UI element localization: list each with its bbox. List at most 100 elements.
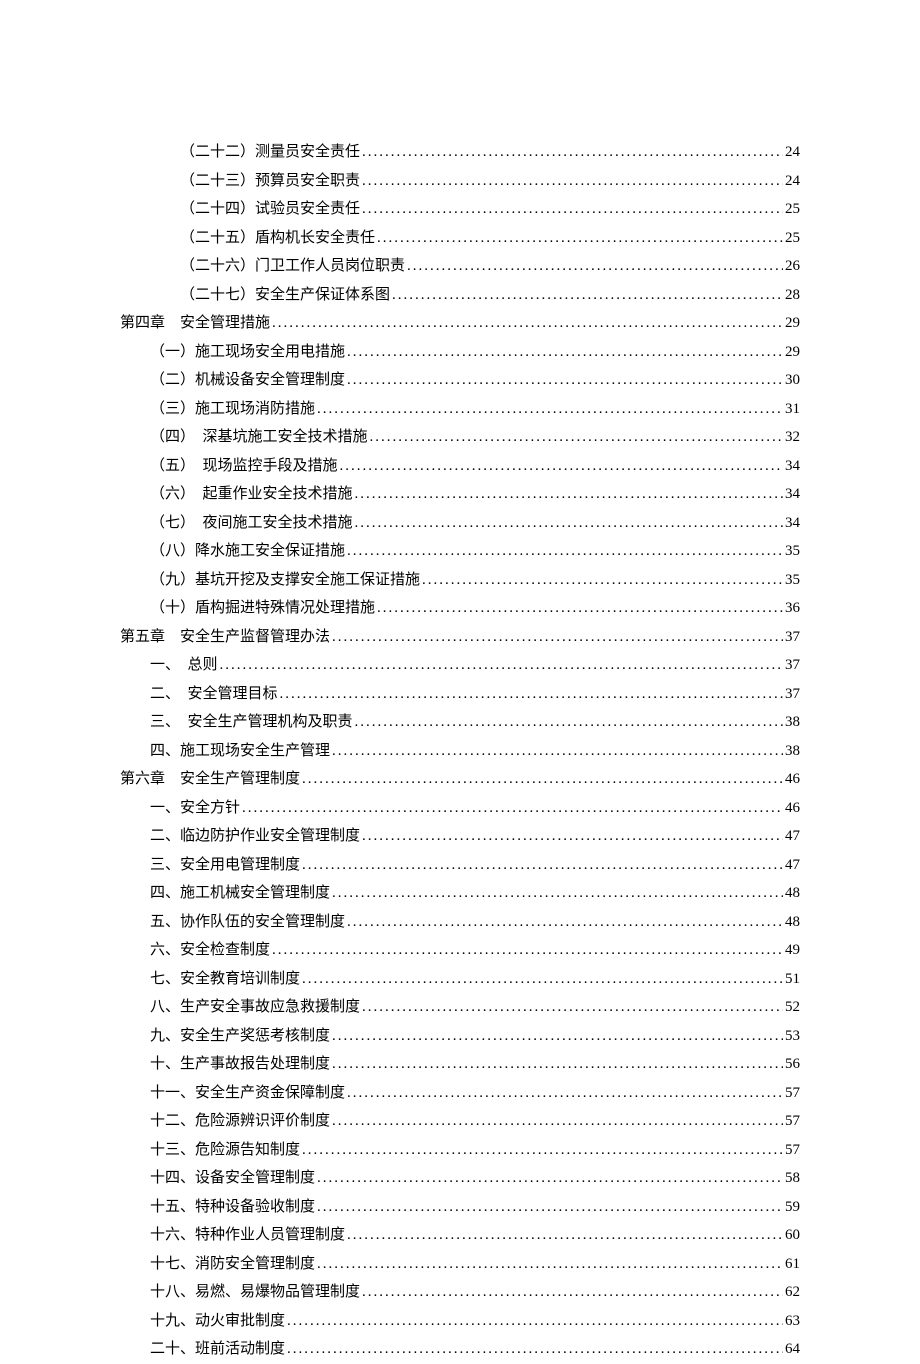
toc-dot-leader (332, 623, 783, 652)
toc-entry-label: 九、安全生产奖惩考核制度 (150, 1022, 330, 1051)
toc-entry: 十三、危险源告知制度57 (120, 1136, 800, 1165)
toc-entry: 第四章 安全管理措施29 (120, 309, 800, 338)
toc-entry: 二、临边防护作业安全管理制度 47 (120, 822, 800, 851)
toc-entry: 十五、特种设备验收制度59 (120, 1193, 800, 1222)
toc-entry: 四、施工机械安全管理制度48 (120, 879, 800, 908)
toc-entry-label: （十）盾构掘进特殊情况处理措施 (150, 594, 375, 623)
toc-entry: （二十四）试验员安全责任25 (120, 195, 800, 224)
toc-dot-leader (287, 1307, 783, 1336)
toc-entry-page: 35 (785, 537, 800, 566)
toc-entry-label: 十八、易燃、易爆物品管理制度 (150, 1278, 360, 1307)
toc-dot-leader (332, 1050, 783, 1079)
toc-entry-label: 六、安全检查制度 (150, 936, 270, 965)
toc-entry-label: 一、 总则 (150, 651, 218, 680)
toc-entry: （六） 起重作业安全技术措施 34 (120, 480, 800, 509)
toc-entry-page: 34 (785, 509, 800, 538)
toc-entry-label: （九）基坑开挖及支撑安全施工保证措施 (150, 566, 420, 595)
toc-entry-page: 37 (785, 651, 800, 680)
toc-entry-label: 七、安全教育培训制度 (150, 965, 300, 994)
toc-dot-leader (362, 167, 783, 196)
toc-entry-label: 十、生产事故报告处理制度 (150, 1050, 330, 1079)
toc-dot-leader (407, 252, 783, 281)
toc-entry: 十、生产事故报告处理制度 56 (120, 1050, 800, 1079)
toc-entry-page: 60 (785, 1221, 800, 1250)
toc-dot-leader (317, 1250, 783, 1279)
toc-entry: （九）基坑开挖及支撑安全施工保证措施35 (120, 566, 800, 595)
toc-entry-page: 30 (785, 366, 800, 395)
toc-entry: （二十五）盾构机长安全责任25 (120, 224, 800, 253)
toc-entry-page: 47 (785, 822, 800, 851)
toc-entry-label: 八、生产安全事故应急救援制度 (150, 993, 360, 1022)
toc-dot-leader (362, 822, 783, 851)
toc-entry-page: 53 (785, 1022, 800, 1051)
toc-entry-label: 第五章 安全生产监督管理办法 (120, 623, 330, 652)
toc-dot-leader (317, 395, 783, 424)
toc-entry-label: 三、安全用电管理制度 (150, 851, 300, 880)
toc-entry-label: （一）施工现场安全用电措施 (150, 338, 345, 367)
toc-entry: （二）机械设备安全管理制度 30 (120, 366, 800, 395)
toc-entry-page: 62 (785, 1278, 800, 1307)
toc-entry-page: 61 (785, 1250, 800, 1279)
toc-entry-label: （六） 起重作业安全技术措施 (150, 480, 353, 509)
toc-entry-label: 三、 安全生产管理机构及职责 (150, 708, 353, 737)
toc-entry: （八）降水施工安全保证措施 35 (120, 537, 800, 566)
toc-dot-leader (347, 908, 783, 937)
toc-entry-label: （二）机械设备安全管理制度 (150, 366, 345, 395)
toc-dot-leader (355, 708, 783, 737)
toc-entry-label: （二十七）安全生产保证体系图 (180, 281, 390, 310)
toc-entry: 五、协作队伍的安全管理制度48 (120, 908, 800, 937)
toc-entry-page: 24 (785, 167, 800, 196)
toc-entry: 十二、危险源辨识评价制度 57 (120, 1107, 800, 1136)
toc-entry: 十四、设备安全管理制度58 (120, 1164, 800, 1193)
toc-entry-label: （四） 深基坑施工安全技术措施 (150, 423, 368, 452)
toc-entry: 一、 总则 37 (120, 651, 800, 680)
toc-entry: 第五章 安全生产监督管理办法37 (120, 623, 800, 652)
toc-entry-page: 56 (785, 1050, 800, 1079)
toc-entry-label: （三）施工现场消防措施 (150, 395, 315, 424)
toc-entry-label: 十三、危险源告知制度 (150, 1136, 300, 1165)
toc-entry-label: （二十三）预算员安全职责 (180, 167, 360, 196)
toc-entry-page: 38 (785, 708, 800, 737)
toc-entry-page: 34 (785, 480, 800, 509)
toc-entry-label: 十四、设备安全管理制度 (150, 1164, 315, 1193)
toc-entry-page: 59 (785, 1193, 800, 1222)
toc-dot-leader (370, 423, 783, 452)
toc-entry-label: 十一、安全生产资金保障制度 (150, 1079, 345, 1108)
toc-entry-page: 32 (785, 423, 800, 452)
toc-dot-leader (362, 138, 783, 167)
toc-entry-page: 29 (785, 309, 800, 338)
toc-entry: 二、 安全管理目标37 (120, 680, 800, 709)
toc-entry: （二十七）安全生产保证体系图28 (120, 281, 800, 310)
toc-entry-label: 十二、危险源辨识评价制度 (150, 1107, 330, 1136)
toc-entry-page: 31 (785, 395, 800, 424)
toc-entry-page: 57 (785, 1107, 800, 1136)
toc-entry: 七、安全教育培训制度51 (120, 965, 800, 994)
toc-entry-label: 五、协作队伍的安全管理制度 (150, 908, 345, 937)
toc-entry-page: 24 (785, 138, 800, 167)
toc-dot-leader (362, 993, 783, 1022)
toc-entry: 八、生产安全事故应急救援制度52 (120, 993, 800, 1022)
toc-entry: （二十六）门卫工作人员岗位职责26 (120, 252, 800, 281)
toc-dot-leader (362, 1278, 783, 1307)
toc-entry-page: 47 (785, 851, 800, 880)
toc-entry-page: 48 (785, 879, 800, 908)
toc-dot-leader (332, 1022, 783, 1051)
toc-entry: （七） 夜间施工安全技术措施 34 (120, 509, 800, 538)
toc-entry-label: 二十、班前活动制度 (150, 1335, 285, 1364)
toc-dot-leader (287, 1335, 783, 1364)
toc-dot-leader (347, 537, 783, 566)
toc-entry: （三）施工现场消防措施 31 (120, 395, 800, 424)
toc-dot-leader (340, 452, 783, 481)
toc-entry: （一）施工现场安全用电措施29 (120, 338, 800, 367)
toc-entry-label: （八）降水施工安全保证措施 (150, 537, 345, 566)
toc-entry-label: 二、临边防护作业安全管理制度 (150, 822, 360, 851)
toc-entry-label: 十六、特种作业人员管理制度 (150, 1221, 345, 1250)
toc-dot-leader (332, 1107, 783, 1136)
toc-entry: 一、安全方针46 (120, 794, 800, 823)
toc-entry: 十六、特种作业人员管理制度 60 (120, 1221, 800, 1250)
toc-dot-leader (302, 965, 783, 994)
toc-entry-label: 第六章 安全生产管理制度 (120, 765, 300, 794)
toc-entry: （四） 深基坑施工安全技术措施 32 (120, 423, 800, 452)
toc-entry-page: 57 (785, 1079, 800, 1108)
toc-entry-label: （七） 夜间施工安全技术措施 (150, 509, 353, 538)
